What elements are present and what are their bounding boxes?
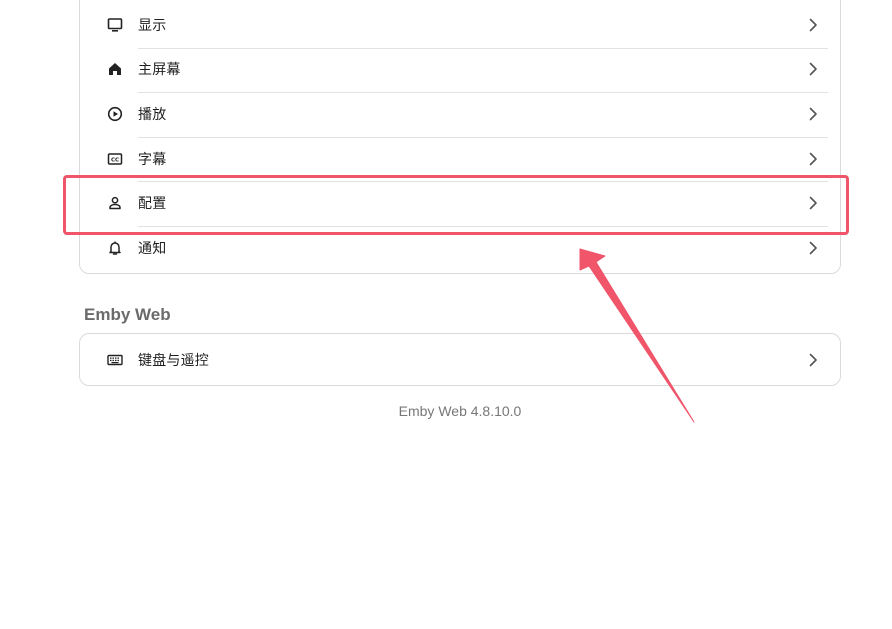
chevron-right-icon: [806, 107, 820, 121]
settings-item-label: 主屏幕: [138, 62, 181, 78]
monitor-icon: [106, 16, 124, 34]
settings-item-label: 配置: [138, 196, 167, 212]
section-title-emby-web: Emby Web: [84, 305, 171, 324]
svg-text:CC: CC: [111, 158, 119, 164]
chevron-right-icon: [806, 353, 820, 367]
settings-item-label: 键盘与遥控: [138, 353, 209, 369]
settings-item-notifications[interactable]: 通知: [80, 226, 840, 270]
play-circle-icon: [106, 105, 124, 123]
settings-item-label: 显示: [138, 18, 167, 34]
settings-item-profile[interactable]: 配置: [80, 181, 840, 225]
bell-icon: [106, 239, 124, 257]
chevron-right-icon: [806, 18, 820, 32]
chevron-right-icon: [806, 152, 820, 166]
emby-web-card: 键盘与遥控: [79, 333, 841, 386]
settings-item-playback[interactable]: 播放: [80, 92, 840, 136]
settings-item-display[interactable]: 显示: [80, 3, 840, 47]
settings-item-label: 通知: [138, 241, 167, 257]
chevron-right-icon: [806, 241, 820, 255]
chevron-right-icon: [806, 62, 820, 76]
settings-card: 显示 主屏幕 播放 CC 字幕 配置 通知: [79, 0, 841, 274]
chevron-right-icon: [806, 196, 820, 210]
person-icon: [106, 194, 124, 212]
settings-item-label: 字幕: [138, 152, 167, 168]
keyboard-icon: [106, 351, 124, 369]
settings-item-keyboard-remote[interactable]: 键盘与遥控: [80, 338, 840, 382]
closed-caption-icon: CC: [106, 150, 124, 168]
home-icon: [106, 60, 124, 78]
version-text: Emby Web 4.8.10.0: [398, 403, 522, 419]
settings-item-label: 播放: [138, 107, 167, 123]
settings-item-subtitles[interactable]: CC 字幕: [80, 137, 840, 181]
settings-item-home-screen[interactable]: 主屏幕: [80, 47, 840, 91]
